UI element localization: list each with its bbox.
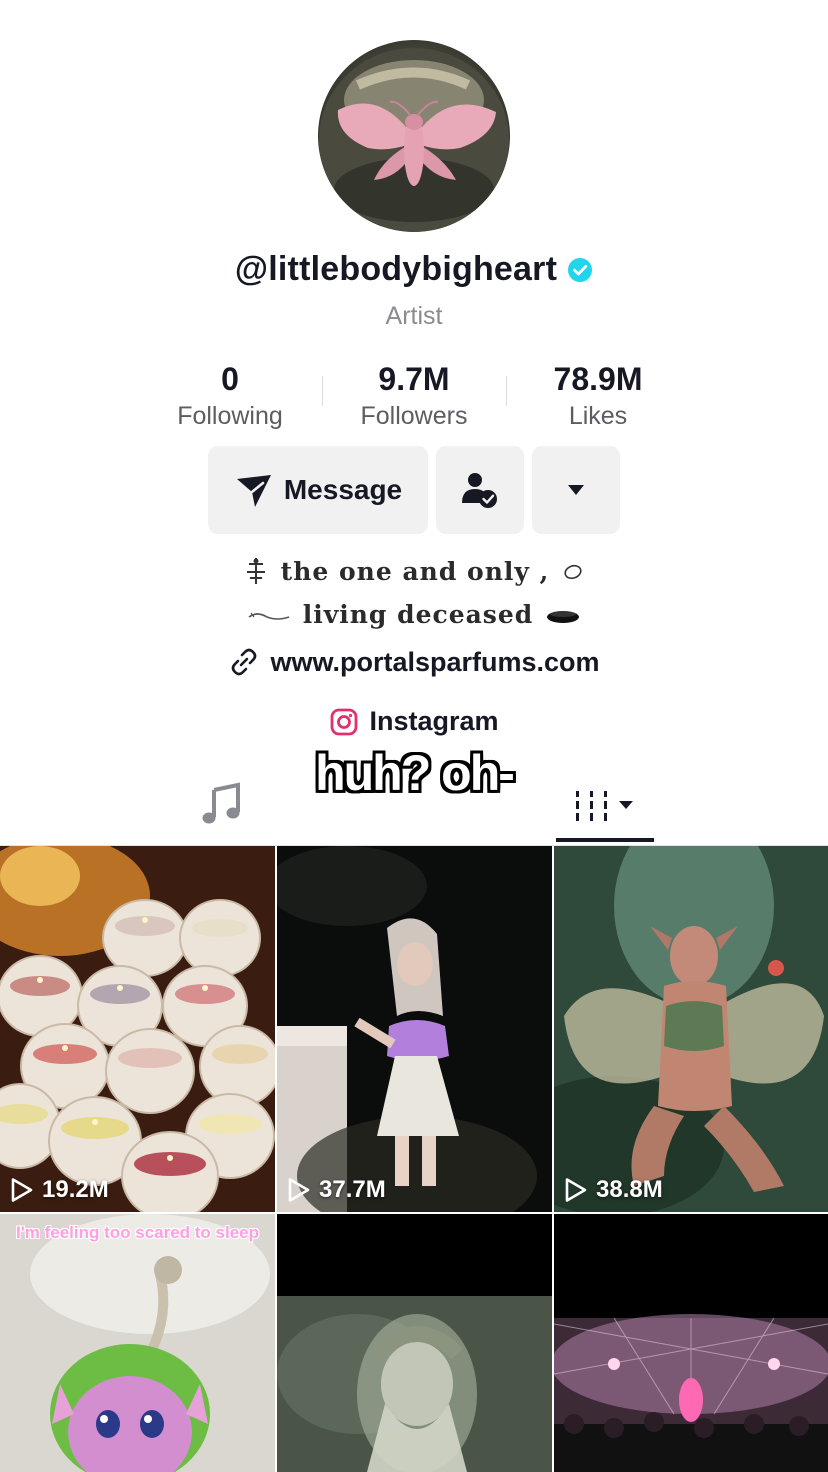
bio-line-1: the one and only , [0,556,828,586]
following-status-button[interactable] [436,446,524,534]
message-button-label: Message [283,474,403,505]
view-count-text: 38.8M [596,1176,663,1203]
play-outline-icon [11,1178,33,1202]
bio-line-2: living deceased [0,600,828,629]
bio-link[interactable]: www.portalsparfums.com [0,646,828,678]
video-thumbnail[interactable]: 37.7M [277,846,552,1212]
egg-candles-image [0,846,275,1212]
stat-followers-label: Followers [360,402,468,430]
message-button[interactable]: Message [208,446,428,534]
send-icon [236,475,271,507]
verified-badge-icon [568,257,593,282]
stat-following[interactable]: 0 Following [138,360,322,434]
gothic-ornament-icon [246,558,265,584]
view-count-text: 37.7M [319,1176,386,1203]
video-thumbnail[interactable]: 19.2M [0,846,275,1212]
link-icon [232,648,257,676]
hole-icon [547,610,580,623]
stat-likes[interactable]: 78.9M Likes [506,360,690,434]
instagram-icon [331,708,358,735]
user-check-icon [462,473,497,508]
egg-icon [564,564,582,580]
stat-likes-value: 78.9M [553,361,643,397]
stat-following-value: 0 [221,361,239,397]
username-row: @littlebodybigheart [0,250,828,289]
video-overlay-caption: huh? oh- [315,745,515,801]
suggested-accounts-button[interactable] [532,446,620,534]
video-caption: I'm feeling too scared to sleep [15,1223,260,1242]
video-thumbnail[interactable]: I'm feeling too scared to sleep [0,1214,275,1472]
view-count: 19.2M [10,1176,109,1204]
video-thumbnail[interactable] [554,1214,828,1472]
bio-text-line-2: living deceased [302,600,534,629]
wreath-figure-image [277,1214,552,1472]
video-grid: 19.2M 37.7M 38.8M I'm feeling too scared… [0,846,828,1472]
bio-text-line-1: the one and only , [280,556,550,586]
stat-following-label: Following [177,402,283,430]
username: @littlebodybigheart [234,250,558,288]
video-thumbnail[interactable]: 38.8M [554,846,828,1212]
play-outline-icon [288,1178,310,1202]
instagram-link[interactable]: Instagram [0,706,828,737]
profile-actions: Message [0,446,828,534]
concert-stage-image [554,1214,828,1472]
pink-doll-image [0,1214,275,1472]
view-count: 37.7M [287,1176,386,1204]
profile-avatar[interactable] [318,40,510,232]
caret-down-icon [568,485,584,495]
slug-icon [248,612,289,620]
view-count: 38.8M [564,1176,663,1204]
stat-followers-value: 9.7M [378,361,450,397]
play-outline-icon [565,1178,587,1202]
video-thumbnail[interactable] [277,1214,552,1472]
moth-avatar-image [319,48,509,232]
instagram-link-text: Instagram [369,706,499,736]
stat-likes-label: Likes [568,402,628,430]
view-count-text: 19.2M [42,1176,109,1203]
profile-category: Artist [385,302,443,330]
stat-followers[interactable]: 9.7M Followers [322,360,506,434]
active-tab-indicator [556,838,654,842]
night-portrait-image [277,846,552,1212]
fairy-creature-image [554,846,828,1212]
bio-link-text: www.portalsparfums.com [270,646,600,677]
profile-stats: 0 Following 9.7M Followers 78.9M Likes [0,360,828,440]
